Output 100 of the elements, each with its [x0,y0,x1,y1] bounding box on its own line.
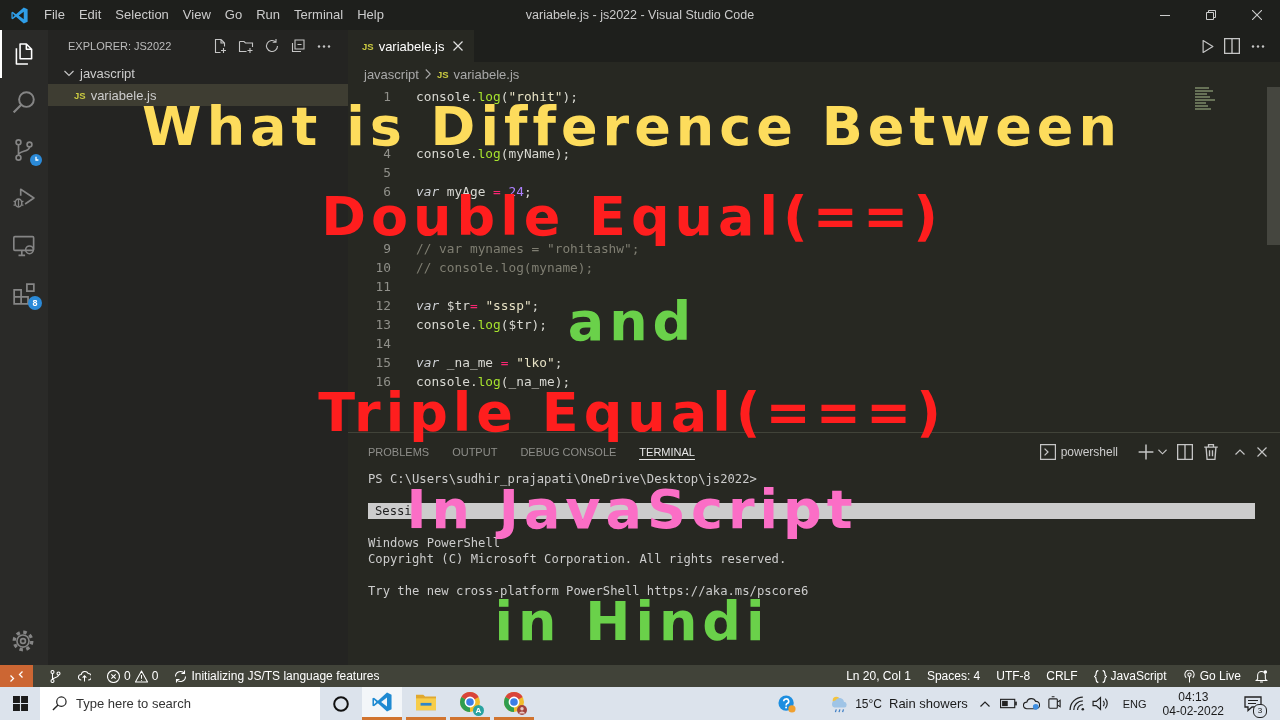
error-icon [107,669,120,683]
notification-count: 8 [28,296,42,310]
line-number: 1 [382,88,391,104]
panel-tab[interactable]: OUTPUT [452,444,498,460]
app-logo-icon [372,692,392,712]
menu-item[interactable]: Terminal [287,4,351,26]
chevron-up-icon[interactable] [979,700,990,707]
extensions-button[interactable]: 8 [0,270,48,318]
go-live-button[interactable]: Go Live [1182,669,1241,683]
line-number: 5 [382,164,391,182]
code-line: // var mynames = "rohitashw"; [416,241,640,258]
status-item[interactable]: Spaces: 4 [926,669,981,683]
headline-text: and [567,298,697,345]
code-line: console.log(_na_me); [416,373,571,390]
code-line: var _na_me = "lko"; [416,354,563,372]
warning-icon [134,669,148,683]
line-number: 12 [374,297,391,315]
headline-text: Triple Equal(===) [318,390,946,444]
window-title: variabele.js - js2022 - Visual Studio Code [525,8,755,22]
search-field[interactable]: Type here to search [40,687,320,720]
chevron-right-icon [424,69,431,79]
weather-condition: Rain showers [889,696,968,711]
close-icon[interactable] [1252,10,1262,20]
input-language[interactable]: ENG [1122,697,1147,710]
branch-icon [13,139,35,161]
restore-icon[interactable] [1206,10,1216,20]
split-icon[interactable] [1224,38,1240,54]
settings-icon[interactable] [12,630,34,652]
cloud-upload-icon[interactable] [78,669,91,683]
message-icon[interactable] [1244,695,1262,712]
panel-tab[interactable]: PROBLEMS [368,444,430,460]
browser-icon [460,692,480,712]
refresh-icon[interactable] [264,38,280,54]
code-editor-button[interactable] [362,687,402,720]
wifi-icon[interactable] [1068,696,1086,711]
terminal-selector[interactable]: powershell [1039,444,1118,460]
status-message[interactable]: Initializing JS/TS language features [174,669,380,683]
menu-item[interactable]: Go [217,4,250,26]
trash-icon[interactable] [1203,444,1219,460]
terminal-line: Try the new cross-platform PowerShell https://aka.ms/pscore6 [368,583,809,599]
window-panes-icon[interactable] [12,696,28,711]
search-icon [13,91,35,113]
scrollbar-thumb[interactable] [1267,87,1280,245]
breadcrumb-item[interactable]: javascript [364,66,419,82]
folder-entry[interactable]: javascript [48,62,348,84]
notification-count: 3 [1253,703,1267,718]
panel-tab[interactable]: TERMINAL [639,444,695,460]
folder-plus-icon[interactable] [238,38,254,54]
angle-brackets-icon [10,669,23,683]
menu-item[interactable]: View [175,4,218,26]
menu-item[interactable]: Help [350,4,391,26]
line-number: 10 [374,259,391,277]
file-plus-icon[interactable] [212,38,228,54]
clock-icon [30,154,42,166]
broadcast-icon [1182,669,1196,683]
plus-icon[interactable] [1138,444,1154,460]
clock-time[interactable]: 04:13 [1178,689,1209,704]
file-type-label: JS [436,68,449,80]
menu-item[interactable]: Run [249,4,287,26]
status-item[interactable]: Ln 20, Col 1 [846,669,911,683]
branch-icon[interactable] [49,669,62,683]
clock-date[interactable]: 04-02-2022 [1162,703,1224,718]
code-line: console.log($tr); [416,316,547,334]
code-line: console.log("rohit"); [416,88,578,104]
weather-temperature: 15°C [855,696,882,711]
close-icon[interactable] [1257,447,1267,457]
menu-item[interactable]: File [37,4,72,26]
ring-icon[interactable] [333,695,349,712]
ellipsis-icon[interactable] [1250,44,1266,48]
line-number: 13 [374,316,391,334]
battery-icon[interactable] [999,696,1017,711]
code-line: // console.log(myname); [416,259,594,277]
profile-initial: A [473,705,484,716]
split-icon[interactable] [1177,444,1193,460]
minimize-icon[interactable] [1160,14,1170,16]
search-icon [52,696,67,711]
profile-avatar-icon [517,705,527,715]
menu-item[interactable]: Selection [108,4,176,26]
play-icon[interactable] [1202,39,1214,53]
volume-icon[interactable] [1091,696,1109,711]
help-icon[interactable] [778,694,797,713]
status-item[interactable]: UTF-8 [996,669,1031,683]
breadcrumb-item[interactable]: JS variabele.js [436,66,520,82]
file-type-label: JS [362,40,374,52]
camera-icon[interactable] [1045,696,1063,711]
panel-tab[interactable]: DEBUG CONSOLE [520,444,617,460]
language-mode[interactable]: JavaScript [1093,669,1167,683]
folder-icon [416,692,436,712]
minimap [1195,87,1215,111]
status-item[interactable]: CRLF [1046,669,1078,683]
problems-button[interactable]: 0 0 [107,669,159,683]
stacked-squares-icon[interactable] [290,38,306,54]
menu-item[interactable]: Edit [71,4,109,26]
close-icon[interactable] [453,41,464,51]
editor-tab[interactable]: JS variabele.js [348,30,475,62]
cloud-icon[interactable] [1022,696,1040,711]
chevron-down-icon[interactable] [1158,449,1167,455]
app-logo-icon [11,6,28,24]
ellipsis-icon[interactable] [316,44,332,48]
bell-icon[interactable] [1255,669,1268,683]
